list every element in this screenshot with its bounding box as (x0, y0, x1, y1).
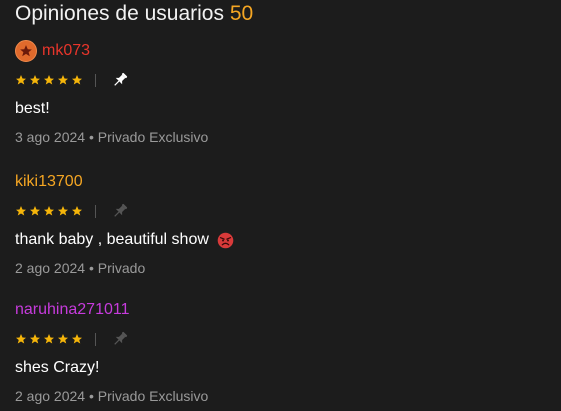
review-rating-row (15, 70, 545, 90)
meta-separator: • (88, 260, 94, 276)
star-icon (16, 75, 26, 85)
review-item: kiki13700 thank baby , beautiful show 2 … (15, 171, 545, 277)
star-icon (44, 334, 54, 344)
meta-separator: • (88, 388, 94, 404)
review-visibility: Privado (97, 260, 146, 276)
review-user-row: kiki13700 (15, 171, 545, 193)
star-icon (58, 206, 68, 216)
review-visibility: Privado Exclusivo (97, 388, 209, 404)
divider (95, 73, 96, 87)
star-icon (16, 206, 26, 216)
review-item: naruhina271011 shes Crazy! 2 ago 2024 • … (15, 299, 545, 405)
star-badge-icon (15, 40, 37, 62)
review-meta: 3 ago 2024 • Privado Exclusivo (15, 128, 545, 146)
star-rating (15, 333, 83, 345)
review-date: 2 ago 2024 (15, 260, 86, 276)
star-icon (58, 75, 68, 85)
review-meta: 2 ago 2024 • Privado (15, 259, 545, 277)
review-username[interactable]: kiki13700 (15, 172, 83, 192)
review-username[interactable]: mk073 (42, 41, 90, 61)
divider (95, 204, 96, 218)
review-comment: shes Crazy! (15, 358, 545, 378)
review-visibility: Privado Exclusivo (97, 129, 209, 145)
star-icon (58, 334, 68, 344)
review-user-row: naruhina271011 (15, 299, 545, 321)
star-icon (30, 206, 40, 216)
review-rating-row (15, 329, 545, 349)
review-item: mk073 best! 3 ago 2024 • Privado Exclusi… (15, 40, 545, 146)
review-rating-row (15, 201, 545, 221)
star-icon (72, 334, 82, 344)
review-comment: best! (15, 99, 545, 119)
meta-separator: • (88, 129, 94, 145)
star-icon (16, 334, 26, 344)
review-meta: 2 ago 2024 • Privado Exclusivo (15, 387, 545, 405)
review-date: 2 ago 2024 (15, 388, 86, 404)
star-icon (30, 75, 40, 85)
star-icon (72, 75, 82, 85)
divider (95, 332, 96, 346)
review-comment-text: thank baby , beautiful show (15, 231, 209, 248)
star-rating (15, 205, 83, 217)
review-comment: thank baby , beautiful show (15, 230, 545, 250)
review-date: 3 ago 2024 (15, 129, 86, 145)
title-text: Opiniones de usuarios (15, 2, 224, 25)
star-rating (15, 74, 83, 86)
review-count: 50 (229, 2, 254, 25)
page-title: Opiniones de usuarios 50 (15, 2, 253, 26)
review-user-row: mk073 (15, 40, 545, 62)
pin-icon[interactable] (111, 202, 129, 220)
pin-icon[interactable] (111, 330, 129, 348)
star-icon (30, 334, 40, 344)
pin-icon[interactable] (111, 71, 129, 89)
star-icon (72, 206, 82, 216)
review-comment-text: shes Crazy! (15, 359, 100, 376)
review-comment-text: best! (15, 100, 50, 117)
review-username[interactable]: naruhina271011 (15, 300, 129, 320)
star-icon (44, 206, 54, 216)
angry-face-icon (217, 232, 234, 248)
star-icon (44, 75, 54, 85)
